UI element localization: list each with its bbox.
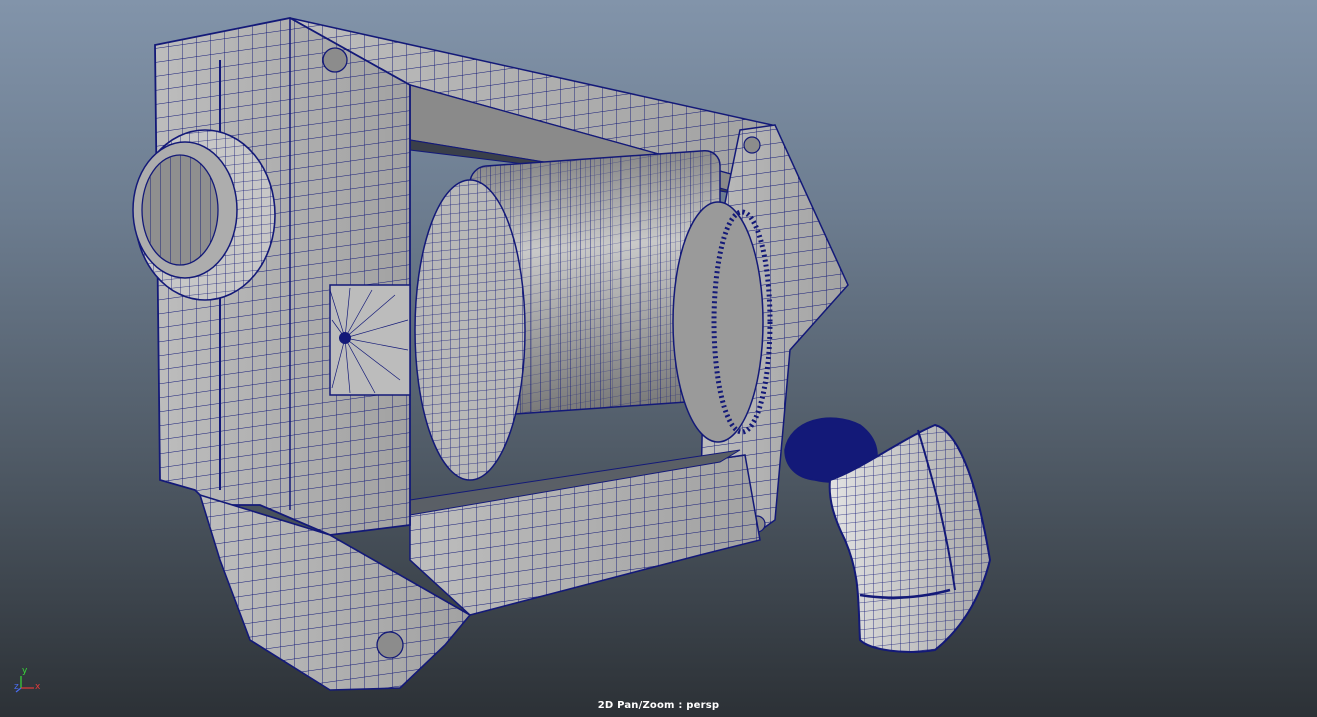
axis-gizmo-icon: y x z [12,664,48,698]
winch-drum[interactable] [414,149,773,481]
left-housing[interactable] [132,17,411,536]
axis-z-label: z [14,682,19,692]
grip-handle-part[interactable] [784,417,992,653]
perspective-viewport[interactable]: y x z 2D Pan/Zoom : persp [0,0,1317,717]
3d-model-scene[interactable] [0,0,1317,717]
viewport-hud-label: 2D Pan/Zoom : persp [597,700,720,711]
axis-y-label: y [22,666,28,676]
axis-x-label: x [35,682,41,692]
